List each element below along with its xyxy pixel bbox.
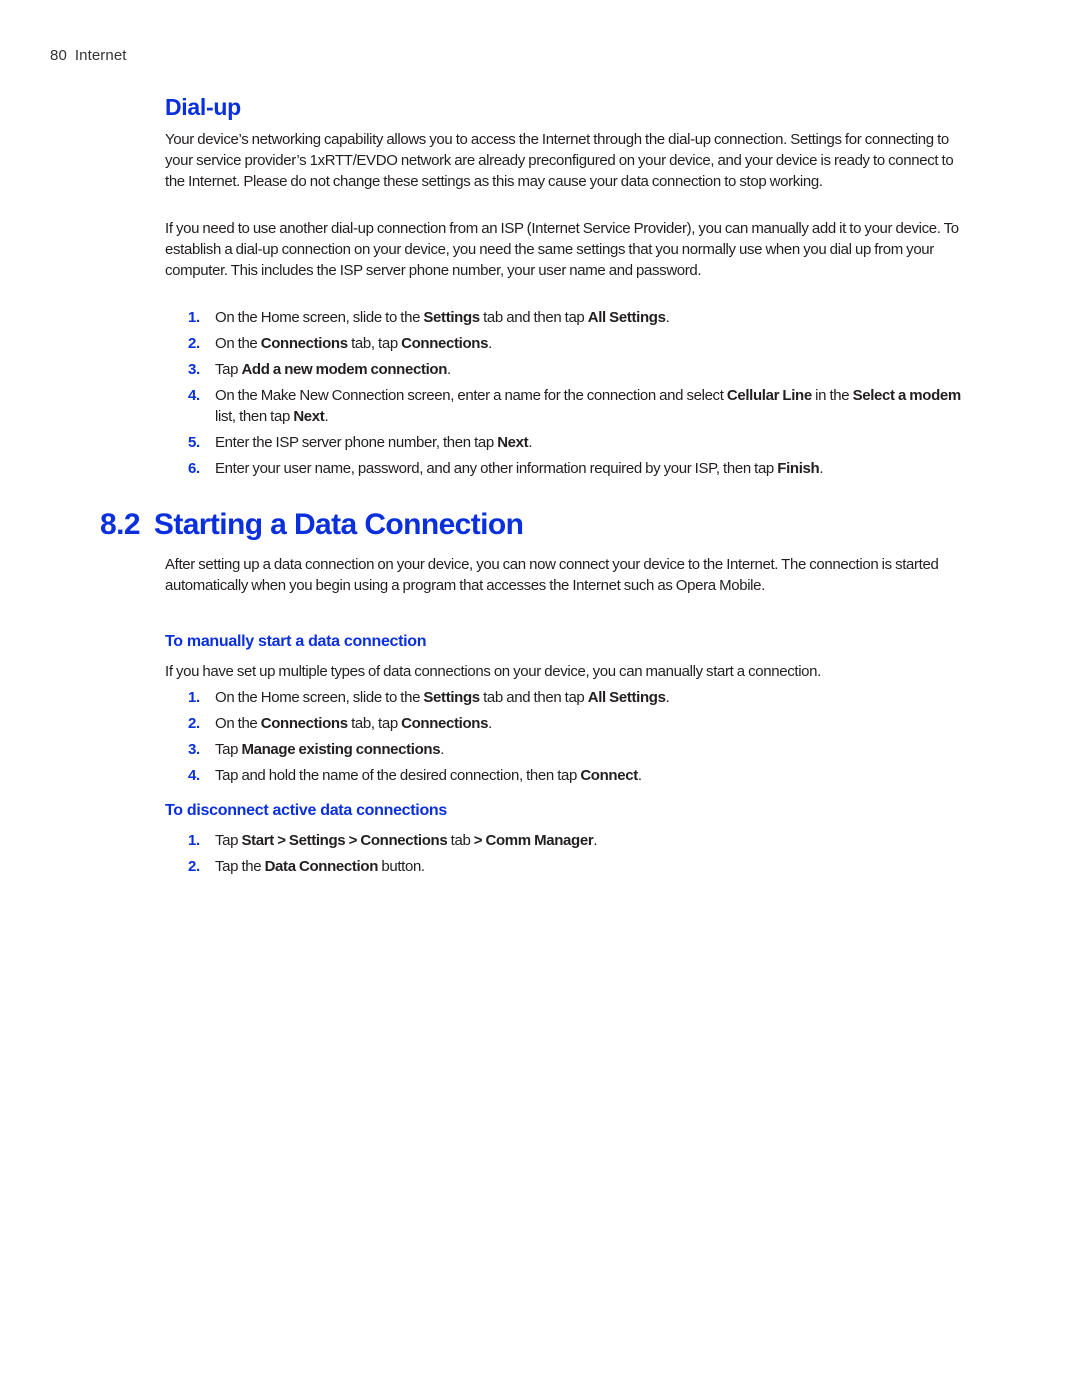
dialup-steps: 1. On the Home screen, slide to the Setti… (165, 307, 970, 479)
ui-term: Next (497, 434, 529, 451)
step-text: . (440, 741, 445, 758)
ui-term: Connect (580, 767, 638, 784)
list-item: 2. Tap the Data Connection button. (165, 856, 970, 877)
ui-term: All Settings (587, 689, 666, 706)
step-number: 6. (188, 460, 200, 477)
list-item: 1. On the Home screen, slide to the Setti… (165, 307, 970, 328)
ui-term: Manage existing connections (241, 741, 441, 758)
step-text: . (488, 335, 492, 352)
step-text: . (593, 832, 598, 849)
step-text: list, then tap (215, 408, 294, 425)
step-text: tab and then tap (479, 309, 588, 326)
disconnect-steps-block: 1. Tap Start > Settings > Connections tab… (165, 830, 970, 882)
ui-term: Add a new modem connection (241, 361, 448, 378)
step-number: 4. (188, 767, 200, 784)
page-number: 80 (50, 47, 67, 64)
ui-term: Start > Settings > Connections (241, 832, 448, 849)
section-number: 8.2 (100, 508, 141, 541)
step-text: Tap and hold the name of the desired con… (215, 767, 581, 784)
step-text: Enter the ISP server phone number, then … (215, 434, 498, 451)
list-item: 3. Tap Add a new modem connection. (165, 359, 970, 380)
ui-term: Data Connection (264, 858, 379, 875)
section-intro: After setting up a data connection on yo… (165, 556, 939, 594)
dialup-para-1-block: Your device’s networking capability allo… (165, 129, 970, 192)
step-number: 3. (188, 741, 200, 758)
ui-term: Connections (260, 715, 348, 732)
step-number: 1. (188, 832, 200, 849)
step-text: . (665, 689, 670, 706)
disconnect-steps: 1. Tap Start > Settings > Connections tab… (165, 830, 970, 877)
step-text: tab and then tap (479, 689, 588, 706)
section-title: Starting a Data Connection (153, 508, 524, 541)
list-item: 4. Tap and hold the name of the desired c… (165, 765, 970, 786)
list-item: 5. Enter the ISP server phone number, the… (165, 432, 970, 453)
manual-start-intro: If you have set up multiple types of dat… (165, 663, 821, 680)
step-text: in the (811, 387, 853, 404)
disconnect-heading: To disconnect active data connections (165, 802, 448, 819)
step-text: . (637, 767, 642, 784)
step-number: 5. (188, 434, 200, 451)
step-text: . (528, 434, 533, 451)
ui-term: Cellular Line (726, 387, 812, 404)
page-header: 80 Internet (50, 47, 127, 64)
step-number: 2. (188, 715, 200, 732)
dialup-para-1: Your device’s networking capability allo… (165, 131, 954, 190)
step-text: Tap the (215, 858, 265, 875)
list-item: 1. On the Home screen, slide to the Setti… (165, 687, 970, 708)
list-item: 6. Enter your user name, password, and an… (165, 458, 970, 479)
step-text: Enter your user name, password, and any … (215, 460, 778, 477)
dialup-para-2: If you need to use another dial-up conne… (165, 220, 959, 279)
step-text: button. (378, 858, 425, 875)
list-item: 3. Tap Manage existing connections. (165, 739, 970, 760)
manual-start-intro-block: If you have set up multiple types of dat… (165, 661, 970, 682)
step-text: Tap (215, 741, 242, 758)
step-number: 2. (188, 858, 200, 875)
step-number: 3. (188, 361, 200, 378)
step-text: On the Make New Connection screen, enter… (215, 387, 727, 404)
list-item: 2. On the Connections tab, tap Connection… (165, 713, 970, 734)
step-text: tab, tap (347, 715, 402, 732)
ui-term: Next (293, 408, 325, 425)
ui-term: Select a modem (852, 387, 962, 404)
ui-term: Settings (423, 689, 480, 706)
step-number: 1. (188, 309, 200, 326)
manual-start-steps: 1. On the Home screen, slide to the Setti… (165, 687, 970, 786)
ui-term: Connections (401, 335, 489, 352)
manual-start-steps-block: 1. On the Home screen, slide to the Setti… (165, 687, 970, 791)
section-heading: 8.2 Starting a Data Connection (100, 508, 524, 542)
ui-term: Connections (401, 715, 489, 732)
step-text: On the (215, 715, 261, 732)
section-intro-block: After setting up a data connection on yo… (165, 554, 970, 596)
step-text: On the Home screen, slide to the (215, 689, 424, 706)
dialup-steps-block: 1. On the Home screen, slide to the Setti… (165, 307, 970, 484)
manual-start-heading: To manually start a data connection (165, 633, 427, 650)
ui-term: Finish (777, 460, 820, 477)
step-text: Tap (215, 361, 242, 378)
ui-term: All Settings (587, 309, 666, 326)
step-number: 2. (188, 335, 200, 352)
ui-term: Connections (260, 335, 348, 352)
step-text: tab (447, 832, 474, 849)
dialup-para-2-block: If you need to use another dial-up conne… (165, 218, 970, 281)
list-item: 1. Tap Start > Settings > Connections tab… (165, 830, 970, 851)
step-text: On the (215, 335, 261, 352)
list-item: 4. On the Make New Connection screen, ent… (165, 385, 970, 427)
running-section-title: Internet (74, 47, 127, 64)
step-text: Tap (215, 832, 242, 849)
ui-term: Settings (423, 309, 480, 326)
list-item: 2. On the Connections tab, tap Connection… (165, 333, 970, 354)
step-text: . (819, 460, 824, 477)
step-text: . (447, 361, 451, 378)
step-text: . (665, 309, 670, 326)
ui-term: > Comm Manager (473, 832, 594, 849)
dialup-heading: Dial-up (165, 94, 241, 120)
step-text: On the Home screen, slide to the (215, 309, 424, 326)
step-number: 4. (188, 387, 200, 404)
step-text: . (324, 408, 329, 425)
step-text: . (488, 715, 492, 732)
step-number: 1. (188, 689, 200, 706)
step-text: tab, tap (347, 335, 402, 352)
